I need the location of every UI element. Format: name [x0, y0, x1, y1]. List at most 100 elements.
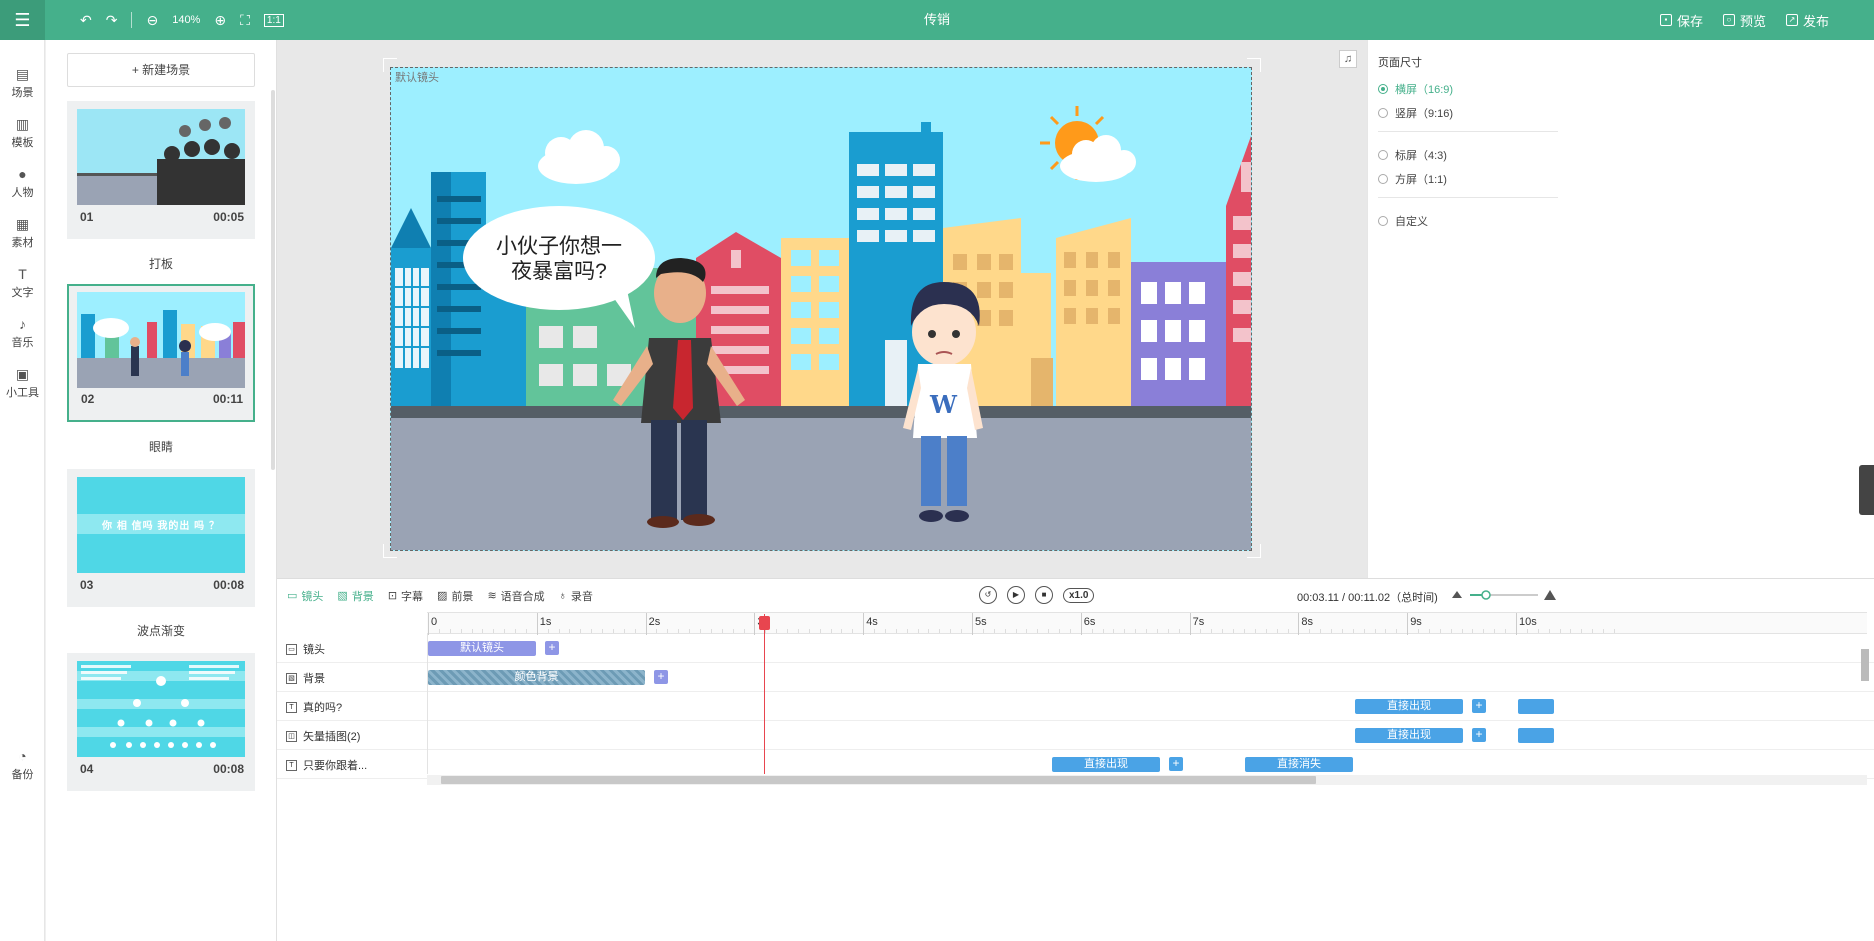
- iconbar-item-scene[interactable]: ▤ 场景: [0, 66, 45, 100]
- ruler-minor-tick: [580, 629, 582, 633]
- tab-foreground[interactable]: ▨ 前景: [437, 588, 473, 604]
- publish-button[interactable]: ↗ 发布: [1785, 11, 1829, 30]
- track-label[interactable]: ▭ 镜头: [286, 641, 325, 657]
- iconbar-label: 音乐: [11, 337, 34, 349]
- iconbar-item-material[interactable]: ▦ 素材: [0, 216, 45, 250]
- iconbar-item-toolbox[interactable]: ▣ 小工具: [0, 366, 45, 400]
- clip-partial[interactable]: [1518, 728, 1554, 743]
- time-ruler[interactable]: 01s2s3s4s5s6s7s8s9s10s: [427, 612, 1867, 635]
- radio-icon: [1378, 84, 1388, 94]
- ruler-minor-tick: [525, 629, 527, 633]
- iconbar-label: 模板: [11, 137, 34, 149]
- ruler-minor-tick: [1450, 629, 1452, 633]
- fullscreen-icon[interactable]: ⛶: [240, 12, 250, 29]
- undo-icon[interactable]: ↶: [80, 12, 92, 29]
- option-square[interactable]: 方屏（1:1): [1378, 171, 1447, 187]
- scene-scrollbar[interactable]: [271, 90, 275, 470]
- tab-camera[interactable]: ▭ 镜头: [287, 588, 323, 604]
- side-panel-handle[interactable]: [1859, 465, 1874, 515]
- tab-background[interactable]: ▧ 背景: [337, 588, 373, 604]
- iconbar-item-person[interactable]: ● 人物: [0, 166, 45, 200]
- camera-clip[interactable]: 默认镜头: [428, 641, 536, 656]
- ruler-minor-tick: [819, 629, 821, 633]
- add-clip-button[interactable]: +: [1472, 728, 1486, 742]
- scrollbar-thumb[interactable]: [441, 776, 1316, 784]
- iconbar-item-text[interactable]: T 文字: [0, 266, 45, 300]
- scene-stage[interactable]: 小伙子你想一 夜暴富吗? W 默认镜头: [390, 67, 1252, 551]
- option-landscape[interactable]: 横屏（16:9): [1378, 81, 1453, 97]
- ruler-minor-tick: [1592, 629, 1594, 633]
- add-clip-button[interactable]: +: [1169, 757, 1183, 771]
- track-label[interactable]: T 真的吗?: [286, 699, 342, 715]
- appear-clip[interactable]: 直接出现: [1355, 699, 1463, 714]
- canvas-area: 小伙子你想一 夜暴富吗? W 默认镜头 ♫: [277, 40, 1367, 578]
- scene-number: 02: [81, 392, 95, 406]
- timeline-zoom-slider[interactable]: [1452, 588, 1557, 602]
- scene-icon: ▤: [15, 66, 30, 82]
- track-name-text: 镜头: [303, 644, 325, 656]
- scene-name[interactable]: 眼睛: [67, 438, 255, 455]
- scene-card-02[interactable]: 02 00:11: [67, 284, 255, 422]
- ruler-minor-tick: [591, 629, 593, 633]
- scene-card-01[interactable]: 01 00:05: [67, 101, 255, 239]
- timeline-vertical-scrollbar[interactable]: [1859, 639, 1871, 773]
- playback-controls: ↺ ▶ ■ x1.0: [979, 586, 1095, 604]
- tab-subtitle[interactable]: ⊡ 字幕: [388, 588, 423, 604]
- ruler-tick: [645, 613, 647, 635]
- add-clip-button[interactable]: +: [654, 670, 668, 684]
- redo-icon[interactable]: ↷: [106, 12, 118, 29]
- replay-icon[interactable]: ↺: [979, 586, 997, 604]
- actual-size-icon[interactable]: 1:1: [263, 13, 284, 27]
- option-portrait[interactable]: 竖屏（9:16): [1378, 105, 1453, 121]
- music-note-icon[interactable]: ♫: [1339, 50, 1357, 68]
- add-clip-button[interactable]: +: [545, 641, 559, 655]
- ruler-minor-tick: [678, 629, 680, 633]
- toolbox-icon: ▣: [15, 366, 30, 382]
- iconbar-item-music[interactable]: ♪ 音乐: [0, 316, 45, 350]
- add-clip-button[interactable]: +: [1472, 699, 1486, 713]
- tab-record[interactable]: ♁ 录音: [559, 588, 593, 604]
- zoom-in-icon[interactable]: ⊕: [214, 12, 226, 29]
- new-scene-button[interactable]: + 新建场景: [67, 53, 255, 87]
- background-clip[interactable]: 颜色背景: [428, 670, 645, 685]
- ruler-minor-tick: [1559, 629, 1561, 633]
- scene-card-03[interactable]: 你 相 信吗 我的出 吗 ？ 03 00:08: [67, 469, 255, 607]
- track-row: T 真的吗? 直接出现 +: [277, 692, 1874, 721]
- ruler-minor-tick: [700, 629, 701, 633]
- tab-tts[interactable]: ≋ 语音合成: [487, 588, 544, 604]
- zoom-out-icon[interactable]: ⊖: [146, 12, 158, 29]
- ruler-minor-tick: [797, 629, 799, 633]
- iconbar-item-backup[interactable]: ◔ 备份: [0, 748, 45, 782]
- menu-icon[interactable]: ☰: [0, 0, 45, 40]
- scene-name[interactable]: 打板: [67, 255, 255, 272]
- iconbar-label: 场景: [11, 87, 34, 99]
- iconbar-item-template[interactable]: ▥ 模板: [0, 116, 45, 150]
- save-button[interactable]: ▪ 保存: [1659, 11, 1703, 30]
- track-name-text: 真的吗?: [303, 702, 343, 714]
- track-label[interactable]: T 只要你跟着...: [286, 757, 367, 773]
- speech-bubble-text[interactable]: 小伙子你想一 夜暴富吗?: [475, 234, 643, 284]
- speed-button[interactable]: x1.0: [1063, 587, 1095, 603]
- appear-clip[interactable]: 直接出现: [1052, 757, 1160, 772]
- scene-card-04[interactable]: 04 00:08: [67, 653, 255, 791]
- timeline-horizontal-scrollbar[interactable]: [427, 775, 1867, 785]
- foreground-icon: ▨: [437, 590, 448, 602]
- ruler-minor-tick: [1004, 629, 1006, 633]
- disappear-clip[interactable]: 直接消失: [1245, 757, 1353, 772]
- clip-partial[interactable]: [1518, 699, 1554, 714]
- preview-button[interactable]: ○ 预览: [1722, 11, 1766, 30]
- ruler-minor-tick: [1178, 629, 1180, 633]
- track-label[interactable]: ◫ 矢量插图(2): [286, 728, 360, 744]
- appear-clip[interactable]: 直接出现: [1355, 728, 1463, 743]
- ruler-minor-tick: [1156, 629, 1158, 633]
- ruler-minor-tick: [939, 629, 941, 633]
- track-label[interactable]: ▧ 背景: [286, 670, 325, 686]
- ruler-tick: [863, 613, 865, 635]
- play-icon[interactable]: ▶: [1007, 586, 1025, 604]
- option-standard[interactable]: 标屏（4:3): [1378, 147, 1447, 163]
- option-custom[interactable]: 自定义: [1378, 213, 1428, 229]
- ruler-minor-tick: [732, 629, 734, 633]
- scene-name[interactable]: 波点渐变: [67, 622, 255, 639]
- scrollbar-thumb[interactable]: [1861, 649, 1869, 681]
- stop-icon[interactable]: ■: [1035, 586, 1053, 604]
